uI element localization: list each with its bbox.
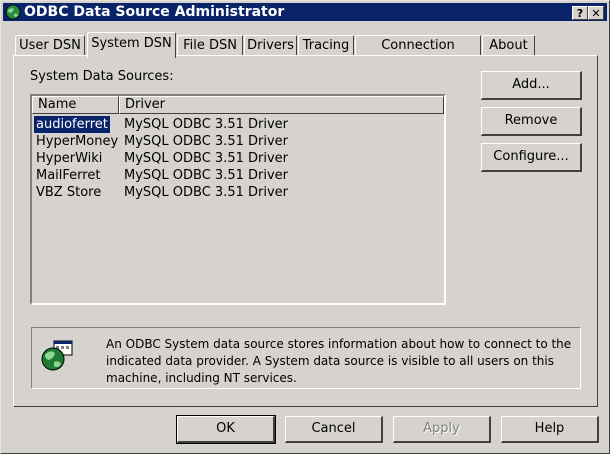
dsn-name: HyperMoney <box>36 134 119 149</box>
tab-file-dsn[interactable]: File DSN <box>177 35 243 56</box>
tab-about[interactable]: About <box>482 35 535 56</box>
tab-user-dsn[interactable]: User DSN <box>15 35 85 56</box>
help-title-button[interactable]: ? <box>572 6 588 20</box>
title-bar[interactable]: ODBC Data Source Administrator ? ✕ <box>3 3 607 21</box>
tab-label: User DSN <box>19 38 81 53</box>
list-item[interactable]: MailFerret MySQL ODBC 3.51 Driver <box>36 167 436 184</box>
apply-button[interactable]: Apply <box>393 416 491 443</box>
tab-tracing[interactable]: Tracing <box>298 35 354 56</box>
list-item[interactable]: VBZ Store MySQL ODBC 3.51 Driver <box>36 184 436 201</box>
list-item[interactable]: HyperMoney MySQL ODBC 3.51 Driver <box>36 133 436 150</box>
dsn-name: MailFerret <box>36 168 101 183</box>
close-title-button[interactable]: ✕ <box>588 6 604 20</box>
data-sources-list[interactable]: Name Driver audioferret MySQL ODBC 3.51 … <box>30 94 446 305</box>
tab-label: File DSN <box>183 38 237 53</box>
tab-connection-pooling[interactable]: Connection Pooling <box>355 35 481 72</box>
ok-button[interactable]: OK <box>176 415 276 444</box>
odbc-globe-icon <box>5 4 21 20</box>
apply-button-label: Apply <box>423 421 460 436</box>
tab-system-dsn[interactable]: System DSN <box>87 32 176 58</box>
system-data-sources-label: System Data Sources: <box>30 69 174 84</box>
dsn-driver: MySQL ODBC 3.51 Driver <box>124 168 288 183</box>
add-button-label: Add... <box>512 77 550 92</box>
dsn-name: HyperWiki <box>36 151 103 166</box>
data-source-globe-icon <box>41 340 73 371</box>
info-box: An ODBC System data source stores inform… <box>31 327 581 389</box>
list-item[interactable]: audioferret MySQL ODBC 3.51 Driver <box>34 116 436 133</box>
window-title: ODBC Data Source Administrator <box>24 4 285 20</box>
tab-drivers[interactable]: Drivers <box>244 35 297 56</box>
dsn-driver: MySQL ODBC 3.51 Driver <box>124 117 288 132</box>
column-header-name[interactable]: Name <box>32 96 119 114</box>
cancel-button[interactable]: Cancel <box>285 416 383 443</box>
column-header-driver[interactable]: Driver <box>119 96 444 114</box>
dsn-driver: MySQL ODBC 3.51 Driver <box>124 134 288 149</box>
configure-button-label: Configure... <box>493 149 569 164</box>
close-icon: ✕ <box>591 7 601 20</box>
help-button[interactable]: Help <box>501 416 599 443</box>
odbc-admin-window: ODBC Data Source Administrator ? ✕ User … <box>0 0 610 454</box>
dsn-name: VBZ Store <box>36 185 102 200</box>
add-button[interactable]: Add... <box>481 71 582 100</box>
tab-label: Tracing <box>302 38 350 53</box>
remove-button[interactable]: Remove <box>481 107 582 136</box>
tab-label: About <box>489 38 528 53</box>
ok-button-label: OK <box>216 421 235 436</box>
info-description: An ODBC System data source stores inform… <box>106 337 572 385</box>
tab-label: Drivers <box>247 38 294 53</box>
configure-button[interactable]: Configure... <box>481 143 582 172</box>
cancel-button-label: Cancel <box>311 421 356 436</box>
list-item[interactable]: HyperWiki MySQL ODBC 3.51 Driver <box>36 150 436 167</box>
help-button-label: Help <box>534 421 565 436</box>
dsn-driver: MySQL ODBC 3.51 Driver <box>124 151 288 166</box>
remove-button-label: Remove <box>504 113 558 128</box>
dsn-name: audioferret <box>34 116 110 133</box>
tab-label: System DSN <box>91 36 172 51</box>
dsn-driver: MySQL ODBC 3.51 Driver <box>124 185 288 200</box>
